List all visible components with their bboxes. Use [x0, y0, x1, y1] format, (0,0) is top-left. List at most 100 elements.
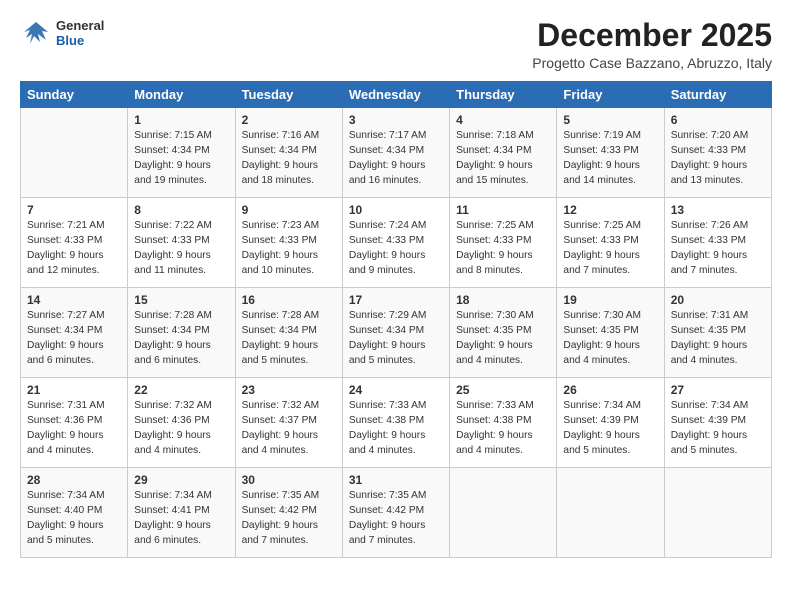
- sunrise-text: Sunrise: 7:28 AM: [242, 310, 320, 321]
- day-number: 4: [456, 113, 550, 127]
- day-info: Sunrise: 7:27 AM Sunset: 4:34 PM Dayligh…: [27, 309, 121, 368]
- calendar-day-cell: 14 Sunrise: 7:27 AM Sunset: 4:34 PM Dayl…: [21, 288, 128, 378]
- sunrise-text: Sunrise: 7:31 AM: [671, 310, 749, 321]
- sunrise-text: Sunrise: 7:28 AM: [134, 310, 212, 321]
- day-info: Sunrise: 7:34 AM Sunset: 4:41 PM Dayligh…: [134, 489, 228, 548]
- sunset-text: Sunset: 4:37 PM: [242, 415, 317, 426]
- day-info: Sunrise: 7:23 AM Sunset: 4:33 PM Dayligh…: [242, 219, 336, 278]
- sunset-text: Sunset: 4:34 PM: [456, 145, 531, 156]
- daylight-text: Daylight: 9 hours and 5 minutes.: [242, 340, 318, 366]
- daylight-text: Daylight: 9 hours and 6 minutes.: [134, 520, 210, 546]
- sunrise-text: Sunrise: 7:19 AM: [563, 130, 641, 141]
- day-info: Sunrise: 7:17 AM Sunset: 4:34 PM Dayligh…: [349, 129, 443, 188]
- day-number: 23: [242, 383, 336, 397]
- day-number: 15: [134, 293, 228, 307]
- calendar-week-row: 1 Sunrise: 7:15 AM Sunset: 4:34 PM Dayli…: [21, 108, 772, 198]
- sunset-text: Sunset: 4:33 PM: [671, 145, 746, 156]
- calendar-day-cell: 21 Sunrise: 7:31 AM Sunset: 4:36 PM Dayl…: [21, 378, 128, 468]
- calendar-day-cell: 20 Sunrise: 7:31 AM Sunset: 4:35 PM Dayl…: [664, 288, 771, 378]
- daylight-text: Daylight: 9 hours and 16 minutes.: [349, 160, 425, 186]
- calendar-day-cell: 28 Sunrise: 7:34 AM Sunset: 4:40 PM Dayl…: [21, 468, 128, 558]
- day-number: 20: [671, 293, 765, 307]
- day-info: Sunrise: 7:32 AM Sunset: 4:36 PM Dayligh…: [134, 399, 228, 458]
- day-number: 7: [27, 203, 121, 217]
- calendar-week-row: 28 Sunrise: 7:34 AM Sunset: 4:40 PM Dayl…: [21, 468, 772, 558]
- logo: General Blue: [20, 18, 104, 50]
- calendar-week-row: 14 Sunrise: 7:27 AM Sunset: 4:34 PM Dayl…: [21, 288, 772, 378]
- day-info: Sunrise: 7:30 AM Sunset: 4:35 PM Dayligh…: [563, 309, 657, 368]
- daylight-text: Daylight: 9 hours and 8 minutes.: [456, 250, 532, 276]
- calendar-header-cell: Thursday: [450, 82, 557, 108]
- day-number: 6: [671, 113, 765, 127]
- calendar-day-cell: 1 Sunrise: 7:15 AM Sunset: 4:34 PM Dayli…: [128, 108, 235, 198]
- calendar-day-cell: 3 Sunrise: 7:17 AM Sunset: 4:34 PM Dayli…: [342, 108, 449, 198]
- sunrise-text: Sunrise: 7:34 AM: [563, 400, 641, 411]
- calendar-day-cell: 5 Sunrise: 7:19 AM Sunset: 4:33 PM Dayli…: [557, 108, 664, 198]
- calendar-day-cell: 11 Sunrise: 7:25 AM Sunset: 4:33 PM Dayl…: [450, 198, 557, 288]
- calendar-header-cell: Sunday: [21, 82, 128, 108]
- day-info: Sunrise: 7:22 AM Sunset: 4:33 PM Dayligh…: [134, 219, 228, 278]
- sunrise-text: Sunrise: 7:23 AM: [242, 220, 320, 231]
- daylight-text: Daylight: 9 hours and 15 minutes.: [456, 160, 532, 186]
- daylight-text: Daylight: 9 hours and 4 minutes.: [349, 430, 425, 456]
- day-info: Sunrise: 7:35 AM Sunset: 4:42 PM Dayligh…: [242, 489, 336, 548]
- daylight-text: Daylight: 9 hours and 19 minutes.: [134, 160, 210, 186]
- sunrise-text: Sunrise: 7:29 AM: [349, 310, 427, 321]
- calendar-day-cell: 31 Sunrise: 7:35 AM Sunset: 4:42 PM Dayl…: [342, 468, 449, 558]
- sunrise-text: Sunrise: 7:34 AM: [27, 490, 105, 501]
- sunset-text: Sunset: 4:34 PM: [349, 145, 424, 156]
- day-info: Sunrise: 7:21 AM Sunset: 4:33 PM Dayligh…: [27, 219, 121, 278]
- daylight-text: Daylight: 9 hours and 7 minutes.: [242, 520, 318, 546]
- calendar-header-cell: Wednesday: [342, 82, 449, 108]
- day-info: Sunrise: 7:25 AM Sunset: 4:33 PM Dayligh…: [456, 219, 550, 278]
- sunrise-text: Sunrise: 7:20 AM: [671, 130, 749, 141]
- daylight-text: Daylight: 9 hours and 7 minutes.: [671, 250, 747, 276]
- day-info: Sunrise: 7:20 AM Sunset: 4:33 PM Dayligh…: [671, 129, 765, 188]
- sunrise-text: Sunrise: 7:31 AM: [27, 400, 105, 411]
- sunrise-text: Sunrise: 7:18 AM: [456, 130, 534, 141]
- calendar-day-cell: 19 Sunrise: 7:30 AM Sunset: 4:35 PM Dayl…: [557, 288, 664, 378]
- day-number: 26: [563, 383, 657, 397]
- sunset-text: Sunset: 4:34 PM: [242, 145, 317, 156]
- day-info: Sunrise: 7:31 AM Sunset: 4:36 PM Dayligh…: [27, 399, 121, 458]
- day-number: 11: [456, 203, 550, 217]
- calendar-day-cell: 16 Sunrise: 7:28 AM Sunset: 4:34 PM Dayl…: [235, 288, 342, 378]
- sunrise-text: Sunrise: 7:33 AM: [349, 400, 427, 411]
- day-number: 12: [563, 203, 657, 217]
- calendar-day-cell: 10 Sunrise: 7:24 AM Sunset: 4:33 PM Dayl…: [342, 198, 449, 288]
- calendar-week-row: 7 Sunrise: 7:21 AM Sunset: 4:33 PM Dayli…: [21, 198, 772, 288]
- sunrise-text: Sunrise: 7:21 AM: [27, 220, 105, 231]
- sunset-text: Sunset: 4:41 PM: [134, 505, 209, 516]
- daylight-text: Daylight: 9 hours and 4 minutes.: [456, 340, 532, 366]
- calendar-day-cell: [21, 108, 128, 198]
- calendar-day-cell: 25 Sunrise: 7:33 AM Sunset: 4:38 PM Dayl…: [450, 378, 557, 468]
- calendar-day-cell: 17 Sunrise: 7:29 AM Sunset: 4:34 PM Dayl…: [342, 288, 449, 378]
- day-info: Sunrise: 7:28 AM Sunset: 4:34 PM Dayligh…: [242, 309, 336, 368]
- day-info: Sunrise: 7:24 AM Sunset: 4:33 PM Dayligh…: [349, 219, 443, 278]
- sunrise-text: Sunrise: 7:34 AM: [671, 400, 749, 411]
- sunrise-text: Sunrise: 7:30 AM: [563, 310, 641, 321]
- day-info: Sunrise: 7:35 AM Sunset: 4:42 PM Dayligh…: [349, 489, 443, 548]
- daylight-text: Daylight: 9 hours and 4 minutes.: [27, 430, 103, 456]
- daylight-text: Daylight: 9 hours and 6 minutes.: [27, 340, 103, 366]
- daylight-text: Daylight: 9 hours and 5 minutes.: [563, 430, 639, 456]
- sunset-text: Sunset: 4:39 PM: [563, 415, 638, 426]
- day-info: Sunrise: 7:31 AM Sunset: 4:35 PM Dayligh…: [671, 309, 765, 368]
- day-number: 28: [27, 473, 121, 487]
- sunset-text: Sunset: 4:34 PM: [242, 325, 317, 336]
- sunrise-text: Sunrise: 7:30 AM: [456, 310, 534, 321]
- calendar-header-cell: Saturday: [664, 82, 771, 108]
- day-number: 21: [27, 383, 121, 397]
- calendar-day-cell: 15 Sunrise: 7:28 AM Sunset: 4:34 PM Dayl…: [128, 288, 235, 378]
- sunset-text: Sunset: 4:38 PM: [349, 415, 424, 426]
- sunset-text: Sunset: 4:35 PM: [563, 325, 638, 336]
- month-title: December 2025: [532, 18, 772, 53]
- calendar-day-cell: 6 Sunrise: 7:20 AM Sunset: 4:33 PM Dayli…: [664, 108, 771, 198]
- title-block: December 2025 Progetto Case Bazzano, Abr…: [532, 18, 772, 71]
- sunset-text: Sunset: 4:33 PM: [671, 235, 746, 246]
- daylight-text: Daylight: 9 hours and 4 minutes.: [671, 340, 747, 366]
- sunrise-text: Sunrise: 7:33 AM: [456, 400, 534, 411]
- day-number: 9: [242, 203, 336, 217]
- calendar-day-cell: 12 Sunrise: 7:25 AM Sunset: 4:33 PM Dayl…: [557, 198, 664, 288]
- calendar-header-row: SundayMondayTuesdayWednesdayThursdayFrid…: [21, 82, 772, 108]
